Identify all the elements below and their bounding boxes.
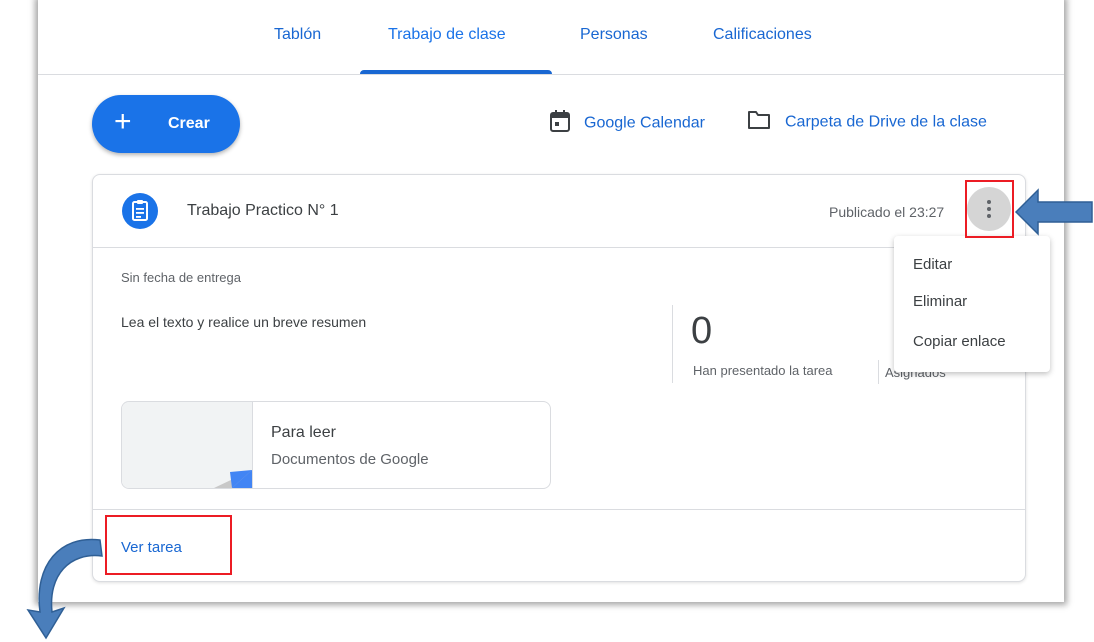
pointer-arrow-left [1014,188,1093,236]
annotation-arrows [26,188,1093,640]
curved-arrow [26,538,103,640]
